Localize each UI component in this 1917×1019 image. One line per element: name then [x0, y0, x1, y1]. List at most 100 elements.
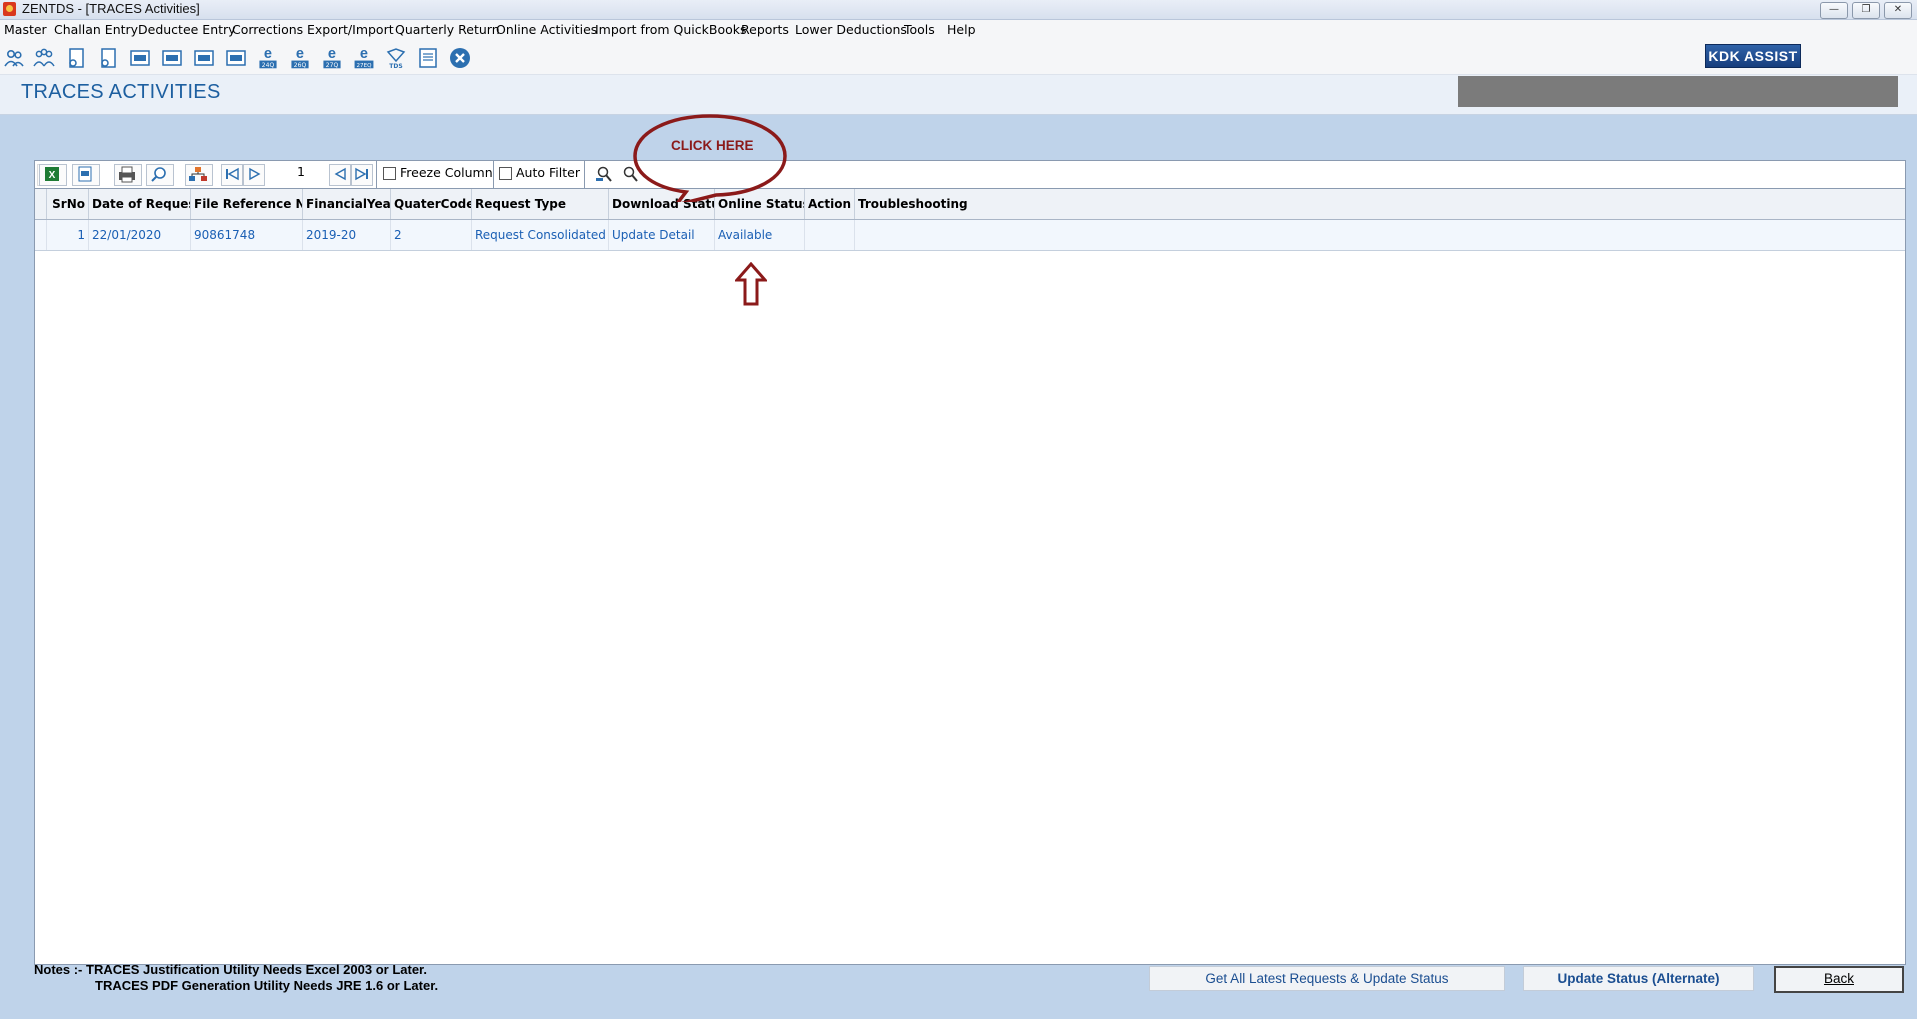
menu-quarterly-return[interactable]: Quarterly Return: [395, 22, 500, 37]
freeze-column-checkbox[interactable]: [383, 167, 396, 180]
export-pdf-button[interactable]: [72, 164, 100, 186]
cell-action[interactable]: [805, 220, 855, 250]
svg-text:e: e: [264, 46, 272, 62]
get-all-requests-button[interactable]: Get All Latest Requests & Update Status: [1149, 966, 1505, 991]
col-file-reference-no[interactable]: File Reference No: [191, 189, 303, 219]
prev-page-button[interactable]: [243, 164, 265, 186]
etds-27eq-label: 27EQ: [357, 63, 373, 69]
cell-file-reference-no: 90861748: [191, 220, 303, 250]
printer-icon: [119, 166, 135, 183]
close-button[interactable]: ✕: [1884, 2, 1912, 19]
excel-icon: X: [45, 167, 59, 181]
col-request-type[interactable]: Request Type: [472, 189, 609, 219]
pdf-icon: [78, 166, 92, 182]
col-financial-year[interactable]: FinancialYear: [303, 189, 391, 219]
first-page-button[interactable]: [221, 164, 243, 186]
preview-button[interactable]: [146, 164, 174, 186]
restore-button[interactable]: ❐: [1852, 2, 1880, 19]
menu-corrections[interactable]: Corrections: [232, 22, 303, 37]
col-troubleshooting[interactable]: Troubleshooting: [855, 189, 1905, 219]
etds-27q-icon[interactable]: e 27Q: [320, 46, 344, 70]
etds-27eq-icon[interactable]: e 27EQ: [352, 46, 376, 70]
col-srno[interactable]: SrNo: [47, 189, 89, 219]
divider: [493, 161, 494, 188]
table-row[interactable]: 1 22/01/2020 90861748 2019-20 2 Request …: [35, 220, 1905, 251]
window-title: ZENTDS - [TRACES Activities]: [22, 1, 200, 16]
magnifier-icon: [151, 167, 166, 182]
online-status-available[interactable]: Available: [715, 220, 805, 250]
svg-text:e: e: [296, 46, 304, 62]
divider: [584, 161, 585, 188]
col-date-of-request[interactable]: Date of Request: [89, 189, 191, 219]
divider: [376, 161, 377, 188]
page-header: TRACES ACTIVITIES: [0, 75, 1917, 115]
form-26q-icon[interactable]: [160, 46, 184, 70]
svg-text:TDS: TDS: [389, 63, 402, 70]
print-button[interactable]: [114, 164, 142, 186]
cell-request-type: Request Consolidated: [472, 220, 609, 250]
form-24q-icon[interactable]: [128, 46, 152, 70]
page-number[interactable]: 1: [297, 164, 305, 179]
cell-troubleshooting: [855, 220, 1905, 250]
notes-line-1: Notes :- TRACES Justification Utility Ne…: [34, 962, 428, 977]
prev-button[interactable]: [329, 164, 351, 186]
menu-bar: Master Challan Entry Deductee Entry Corr…: [0, 20, 1917, 41]
form-icon-2[interactable]: [96, 46, 120, 70]
col-action[interactable]: Action: [805, 189, 855, 219]
find-icon[interactable]: [594, 165, 614, 183]
minimize-button[interactable]: —: [1820, 2, 1848, 19]
export-excel-button[interactable]: X: [39, 164, 67, 186]
svg-text:e: e: [328, 46, 336, 62]
menu-import-quickbooks[interactable]: Import from QuickBooks: [595, 22, 747, 37]
close-icon[interactable]: [448, 46, 472, 70]
update-status-alternate-button[interactable]: Update Status (Alternate): [1523, 966, 1754, 991]
hierarchy-icon: [189, 167, 207, 181]
etds-26q-icon[interactable]: e 26Q: [288, 46, 312, 70]
menu-master[interactable]: Master: [4, 22, 47, 37]
menu-lower-deductions[interactable]: Lower Deductions: [795, 22, 907, 37]
tds-icon[interactable]: TDS: [384, 46, 408, 70]
hierarchy-button[interactable]: [185, 164, 213, 186]
etds-24q-icon[interactable]: e 24Q: [256, 46, 280, 70]
deductees-icon[interactable]: [32, 46, 56, 70]
update-detail-link[interactable]: Update Detail: [609, 220, 715, 250]
form-27q-icon[interactable]: [192, 46, 216, 70]
menu-help[interactable]: Help: [947, 22, 976, 37]
form-icon[interactable]: [64, 46, 88, 70]
notes-line-2: TRACES PDF Generation Utility Needs JRE …: [95, 978, 439, 993]
svg-text:e: e: [360, 46, 368, 62]
status-panel: [1458, 76, 1898, 107]
deductor-icon[interactable]: [2, 46, 26, 70]
last-icon: [355, 167, 368, 181]
auto-filter-checkbox[interactable]: [499, 167, 512, 180]
menu-reports[interactable]: Reports: [741, 22, 789, 37]
cell-quater-code: 2: [391, 220, 472, 250]
form-27eq-icon[interactable]: [224, 46, 248, 70]
menu-deductee-entry[interactable]: Deductee Entry: [138, 22, 236, 37]
row-indicator: [35, 220, 47, 250]
cell-date-of-request: 22/01/2020: [89, 220, 191, 250]
toolbar: e 24Q e 26Q e 27Q e 27EQ TDS KDK ASSIST: [0, 41, 1917, 75]
report-icon[interactable]: [416, 46, 440, 70]
menu-export-import[interactable]: Export/Import: [307, 22, 394, 37]
title-bar: ZENTDS - [TRACES Activities] — ❐ ✕: [0, 0, 1917, 20]
row-indicator-header: [35, 189, 47, 219]
freeze-column-label: Freeze Column: [400, 165, 493, 180]
grid-toolbar: X 1 Freeze Column Auto Filter: [35, 161, 1905, 189]
click-here-text: CLICK HERE: [671, 138, 754, 153]
previous-icon: [334, 167, 346, 181]
kdk-assist-button[interactable]: KDK ASSIST: [1705, 44, 1801, 68]
requests-grid: X 1 Freeze Column Auto Filter SrNo Date …: [34, 160, 1906, 965]
menu-online-activities[interactable]: Online Activities: [496, 22, 597, 37]
page-title: TRACES ACTIVITIES: [21, 81, 221, 103]
first-icon: [226, 167, 239, 181]
etds-24q-label: 24Q: [262, 62, 275, 69]
up-arrow-icon: [735, 262, 767, 306]
menu-challan-entry[interactable]: Challan Entry: [54, 22, 138, 37]
col-quater-code[interactable]: QuaterCode: [391, 189, 472, 219]
menu-tools[interactable]: Tools: [904, 22, 935, 37]
last-page-button[interactable]: [351, 164, 373, 186]
click-here-callout: [633, 114, 787, 202]
back-button[interactable]: Back: [1774, 966, 1904, 993]
auto-filter-label: Auto Filter: [516, 165, 580, 180]
